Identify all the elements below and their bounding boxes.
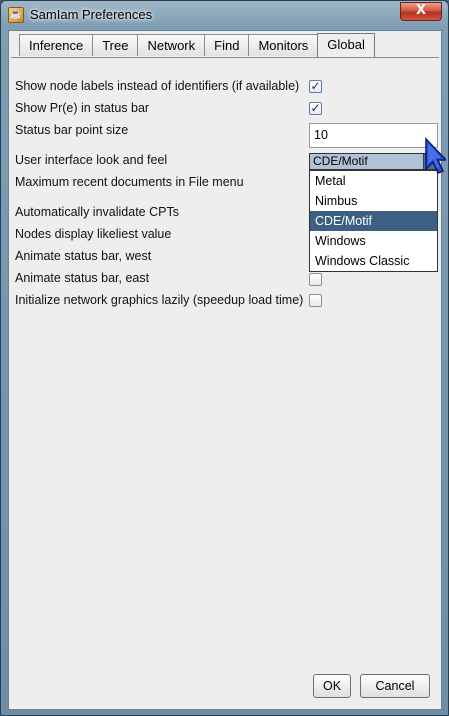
tab-tree[interactable]: Tree [92, 34, 139, 56]
option-metal[interactable]: Metal [310, 171, 437, 191]
status-point-size-input[interactable]: 10 [309, 123, 438, 148]
tab-global[interactable]: Global [317, 33, 375, 57]
global-settings-panel: Show node labels instead of identifiers … [11, 57, 439, 677]
animate-east-label: Animate status bar, east [15, 271, 150, 285]
window-title: SamIam Preferences [30, 7, 153, 22]
show-node-labels-checkbox[interactable]: ✓ [309, 80, 322, 93]
show-pre-checkbox[interactable]: ✓ [309, 102, 322, 115]
look-and-feel-dropdown: Metal Nimbus CDE/Motif Windows Windows C… [309, 170, 438, 272]
auto-invalidate-cpts-label: Automatically invalidate CPTs [15, 205, 179, 219]
tab-find[interactable]: Find [204, 34, 250, 56]
title-bar[interactable]: ☕ SamIam Preferences X [1, 1, 448, 29]
option-windows[interactable]: Windows [310, 231, 437, 251]
tab-strip: Inference Tree Network Find Monitors Glo… [19, 33, 375, 57]
checkmark-icon: ✓ [310, 101, 321, 115]
ok-button[interactable]: OK [313, 674, 351, 698]
look-and-feel-label: User interface look and feel [15, 153, 168, 167]
tab-inference[interactable]: Inference [19, 34, 94, 56]
status-point-size-label: Status bar point size [15, 123, 129, 137]
tab-monitors[interactable]: Monitors [248, 34, 319, 56]
preferences-window: ☕ SamIam Preferences X Inference Tree Ne… [0, 0, 449, 716]
nodes-display-likeliest-label: Nodes display likeliest value [15, 227, 172, 241]
dialog-client-area: Inference Tree Network Find Monitors Glo… [8, 30, 442, 710]
combo-selected-value: CDE/Motif [313, 154, 368, 168]
option-nimbus[interactable]: Nimbus [310, 191, 437, 211]
init-lazily-label: Initialize network graphics lazily (spee… [15, 293, 304, 307]
cancel-button[interactable]: Cancel [360, 674, 430, 698]
arrow-cursor-icon [425, 137, 446, 174]
java-cup-icon: ☕ [8, 7, 24, 23]
checkmark-icon: ✓ [310, 79, 321, 93]
close-button[interactable]: X [400, 2, 442, 21]
show-node-labels-label: Show node labels instead of identifiers … [15, 79, 300, 93]
animate-west-label: Animate status bar, west [15, 249, 152, 263]
init-lazily-checkbox[interactable] [309, 294, 322, 307]
show-pre-label: Show Pr(e) in status bar [15, 101, 150, 115]
option-cde-motif[interactable]: CDE/Motif [310, 211, 437, 231]
animate-east-checkbox[interactable] [309, 273, 322, 286]
option-windows-classic[interactable]: Windows Classic [310, 251, 437, 271]
look-and-feel-combo[interactable]: CDE/Motif ▼ [309, 153, 438, 170]
tab-network[interactable]: Network [137, 34, 206, 56]
max-recent-docs-label: Maximum recent documents in File menu [15, 175, 244, 189]
